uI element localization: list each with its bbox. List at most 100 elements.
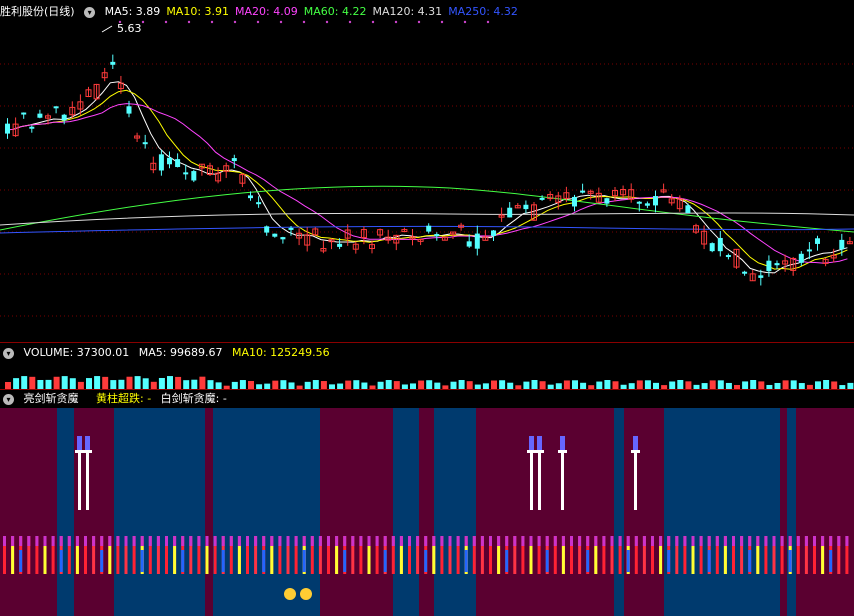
signal-bar-blue — [626, 550, 630, 572]
signal-bar-blue — [221, 550, 225, 572]
top-marker — [417, 20, 421, 24]
sword-hilt — [537, 436, 542, 450]
signal-bar-top — [748, 536, 752, 546]
candle-body — [685, 205, 691, 214]
candle-body — [280, 237, 286, 240]
candle-body — [572, 196, 577, 207]
volume-bar — [239, 380, 246, 389]
volume-bar — [644, 380, 651, 389]
signal-bar-top — [318, 536, 322, 546]
volume-bar — [790, 380, 797, 389]
volume-bar — [231, 381, 238, 389]
volume-bar — [815, 381, 821, 389]
candle-body — [539, 197, 545, 200]
signal-bar-yellow — [756, 546, 760, 574]
candle-body — [815, 238, 820, 244]
ma-legend-item: MA20: 4.09 — [235, 5, 298, 18]
signal-bar-top — [513, 536, 517, 546]
signal-bar-top — [845, 536, 849, 546]
signal-band — [624, 408, 664, 616]
candle-body — [507, 207, 513, 218]
signal-band — [419, 408, 434, 616]
volume-bar — [37, 379, 44, 389]
volume-bar — [572, 380, 578, 389]
high-pointer — [101, 25, 113, 33]
indicator-panel[interactable]: ▾ 亮剑斩贪魔 黄柱超跌: - 白剑斩贪魔: - — [0, 390, 854, 616]
sword-hilt — [85, 436, 90, 450]
money-bag-shape — [284, 588, 296, 600]
stock-name: 胜利股份(日线) — [0, 5, 75, 18]
signal-band — [434, 408, 476, 616]
indicator-chart[interactable] — [0, 390, 854, 616]
signal-bar-top — [11, 536, 15, 546]
signal-bar-top — [626, 536, 630, 546]
signal-bar-blue — [707, 550, 711, 572]
signal-bar-yellow — [270, 546, 274, 574]
signal-bar-top — [383, 536, 387, 546]
volume-bar — [77, 381, 84, 389]
volume-bar — [13, 378, 20, 389]
signal-bar-top — [683, 536, 687, 546]
volume-bar — [45, 379, 52, 389]
volume-bar — [175, 376, 182, 389]
signal-band — [664, 408, 780, 616]
signal-bar-top — [84, 536, 87, 546]
candle-body — [231, 158, 237, 162]
volume-ma10: MA10: 125249.56 — [231, 346, 330, 359]
volume-value: VOLUME: 37300.01 — [23, 346, 130, 359]
top-marker — [141, 20, 145, 24]
volume-panel[interactable]: ▾ VOLUME: 37300.01 MA5: 99689.67 MA10: 1… — [0, 343, 854, 389]
signal-bar-top — [408, 536, 411, 546]
high-price-marker: 5.63 — [117, 22, 142, 35]
signal-bar-top — [707, 536, 711, 546]
signal-bar-top — [772, 536, 776, 546]
sword-hilt — [77, 436, 82, 450]
chevron-down-icon[interactable]: ▾ — [84, 6, 96, 18]
volume-bar — [636, 380, 643, 389]
chevron-down-icon[interactable]: ▾ — [3, 393, 14, 405]
top-marker — [394, 20, 398, 24]
signal-bar-top — [586, 536, 590, 546]
signal-band — [320, 408, 393, 616]
signal-bar-top — [723, 536, 727, 546]
signal-bar-top — [205, 536, 209, 546]
candle-body — [725, 255, 731, 258]
signal-band — [213, 408, 320, 616]
signal-bar-top — [659, 536, 663, 546]
signal-bar-top — [740, 536, 744, 546]
signal-bar-yellow — [821, 546, 825, 574]
signal-bar-top — [343, 536, 347, 546]
candle-body — [709, 243, 715, 252]
chevron-down-icon[interactable]: ▾ — [3, 347, 14, 359]
price-chart-panel[interactable]: 胜利股份(日线) ▾ MA5: 3.89 MA10: 3.91 MA20: 4.09… — [0, 0, 854, 342]
volume-bar — [215, 382, 222, 389]
signal-bar-top — [189, 536, 193, 546]
signal-bar-top — [732, 536, 735, 546]
signal-bar-top — [132, 536, 136, 546]
sword-hilt — [529, 436, 534, 450]
top-marker — [325, 20, 329, 24]
volume-bar — [320, 381, 327, 389]
signal-bar-blue — [262, 550, 266, 572]
signal-bar-top — [651, 536, 654, 546]
candle-body — [653, 196, 658, 206]
volume-bar — [272, 380, 279, 389]
ma-legend: 胜利股份(日线) ▾ MA5: 3.89 MA10: 3.91 MA20: 4.09… — [0, 3, 530, 21]
candle-body — [523, 204, 529, 210]
signal-bar-top — [294, 536, 298, 546]
signal-bar-top — [302, 536, 306, 546]
top-marker — [440, 20, 444, 24]
indicator-name: 亮剑斩贪魔 — [23, 392, 79, 405]
signal-bar-yellow — [43, 546, 47, 574]
ma60-line — [0, 185, 854, 233]
signal-bar-top — [594, 536, 598, 546]
candle-body — [466, 241, 472, 247]
candlestick-chart[interactable] — [0, 0, 854, 342]
top-marker — [279, 20, 283, 24]
white-sword — [538, 448, 541, 510]
signal-bar-top — [51, 536, 55, 546]
signal-bar-top — [140, 536, 144, 546]
sword-guard — [631, 450, 640, 453]
signal-bar-top — [92, 536, 96, 546]
sword-guard — [527, 450, 536, 453]
